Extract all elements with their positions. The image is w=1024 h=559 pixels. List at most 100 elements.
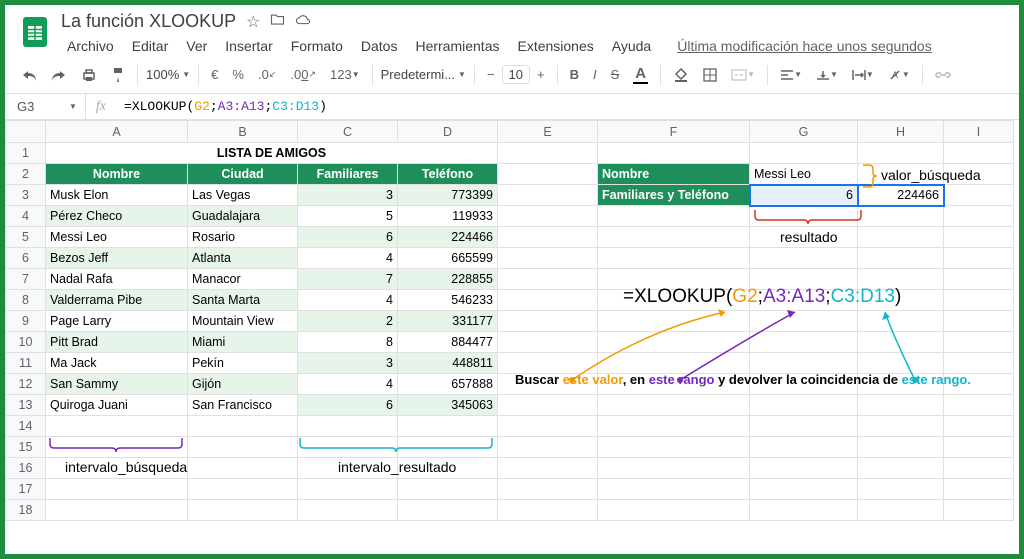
cell[interactable]: Gijón (188, 374, 298, 395)
cell[interactable]: Miami (188, 332, 298, 353)
row-header-2[interactable]: 2 (6, 164, 46, 185)
header-nombre[interactable]: Nombre (46, 164, 188, 185)
cell[interactable] (188, 458, 298, 479)
cell[interactable] (858, 206, 944, 227)
cell[interactable]: 6 (298, 227, 398, 248)
doc-title[interactable]: La función XLOOKUP (61, 11, 236, 32)
col-header-d[interactable]: D (398, 121, 498, 143)
row-header-14[interactable]: 14 (6, 416, 46, 437)
row-header-16[interactable]: 16 (6, 458, 46, 479)
menu-ver[interactable]: Ver (180, 36, 213, 56)
cell[interactable] (498, 500, 598, 521)
name-box-dropdown[interactable]: ▼ (61, 102, 85, 111)
cell[interactable] (298, 416, 398, 437)
row-header-11[interactable]: 11 (6, 353, 46, 374)
cell[interactable] (598, 311, 750, 332)
row-header-3[interactable]: 3 (6, 185, 46, 206)
row-header-12[interactable]: 12 (6, 374, 46, 395)
cell[interactable] (498, 311, 598, 332)
cell[interactable] (598, 143, 750, 164)
cell[interactable] (858, 143, 944, 164)
row-header-8[interactable]: 8 (6, 290, 46, 311)
cell[interactable] (398, 479, 498, 500)
cell[interactable] (498, 395, 598, 416)
cell[interactable] (944, 185, 1014, 206)
cell[interactable]: Atlanta (188, 248, 298, 269)
cell[interactable]: 4 (298, 374, 398, 395)
header-ciudad[interactable]: Ciudad (188, 164, 298, 185)
percent-button[interactable]: % (228, 64, 248, 85)
cell[interactable] (298, 458, 398, 479)
row-header-17[interactable]: 17 (6, 479, 46, 500)
row-header-13[interactable]: 13 (6, 395, 46, 416)
print-button[interactable] (77, 65, 101, 85)
cell[interactable] (858, 164, 944, 185)
row-header-5[interactable]: 5 (6, 227, 46, 248)
col-header-b[interactable]: B (188, 121, 298, 143)
undo-button[interactable] (17, 65, 41, 85)
row-header-7[interactable]: 7 (6, 269, 46, 290)
cell[interactable] (750, 311, 858, 332)
cell[interactable] (498, 143, 598, 164)
cell[interactable] (498, 164, 598, 185)
cell[interactable]: 3 (298, 353, 398, 374)
name-box[interactable]: G3 (5, 99, 61, 114)
cell[interactable]: Guadalajara (188, 206, 298, 227)
cell[interactable]: 546233 (398, 290, 498, 311)
cell[interactable]: 119933 (398, 206, 498, 227)
select-all-corner[interactable] (6, 121, 46, 143)
cell[interactable] (46, 458, 188, 479)
cell[interactable] (598, 479, 750, 500)
cell[interactable] (750, 458, 858, 479)
col-header-f[interactable]: F (598, 121, 750, 143)
h-align-button[interactable]: ▼ (776, 66, 806, 84)
cell[interactable]: Pekín (188, 353, 298, 374)
cell[interactable] (858, 458, 944, 479)
cell[interactable] (750, 353, 858, 374)
cell[interactable] (750, 248, 858, 269)
cell[interactable] (858, 479, 944, 500)
cell[interactable]: 884477 (398, 332, 498, 353)
cell[interactable] (944, 269, 1014, 290)
cell[interactable] (398, 416, 498, 437)
cell[interactable] (750, 500, 858, 521)
lookup-label-fam[interactable]: Familiares y Teléfono (598, 185, 750, 206)
cell[interactable]: 331177 (398, 311, 498, 332)
cell[interactable]: Pérez Checo (46, 206, 188, 227)
cell[interactable] (944, 311, 1014, 332)
cell[interactable]: 2 (298, 311, 398, 332)
cell[interactable] (46, 437, 188, 458)
cell[interactable] (598, 395, 750, 416)
col-header-h[interactable]: H (858, 121, 944, 143)
decrease-decimal-button[interactable]: .0↙ (254, 64, 280, 85)
cell[interactable] (598, 248, 750, 269)
cell[interactable] (858, 353, 944, 374)
cell[interactable]: Santa Marta (188, 290, 298, 311)
cell[interactable] (750, 206, 858, 227)
spreadsheet-area[interactable]: A B C D E F G H I 1 LISTA DE AMIGOS 2 No… (5, 120, 1019, 521)
menu-formato[interactable]: Formato (285, 36, 349, 56)
cell[interactable]: Nadal Rafa (46, 269, 188, 290)
menu-datos[interactable]: Datos (355, 36, 404, 56)
cell[interactable] (750, 395, 858, 416)
cell[interactable] (944, 227, 1014, 248)
row-header-1[interactable]: 1 (6, 143, 46, 164)
cell[interactable] (598, 353, 750, 374)
wrap-button[interactable]: ▼ (848, 66, 878, 84)
cell[interactable] (188, 416, 298, 437)
lookup-value-nombre[interactable]: Messi Leo (750, 164, 858, 185)
menu-ayuda[interactable]: Ayuda (606, 36, 657, 56)
cell-g3-selected[interactable]: 6 (750, 185, 858, 206)
cell[interactable]: 228855 (398, 269, 498, 290)
sheets-logo[interactable] (17, 13, 53, 49)
cell[interactable]: Mountain View (188, 311, 298, 332)
cell[interactable] (750, 332, 858, 353)
cell[interactable] (46, 479, 188, 500)
cell[interactable] (298, 479, 398, 500)
cell[interactable]: San Sammy (46, 374, 188, 395)
cell[interactable]: Manacor (188, 269, 298, 290)
fill-color-button[interactable] (669, 64, 693, 86)
cell[interactable] (858, 248, 944, 269)
cell[interactable] (46, 416, 188, 437)
cell[interactable] (598, 458, 750, 479)
